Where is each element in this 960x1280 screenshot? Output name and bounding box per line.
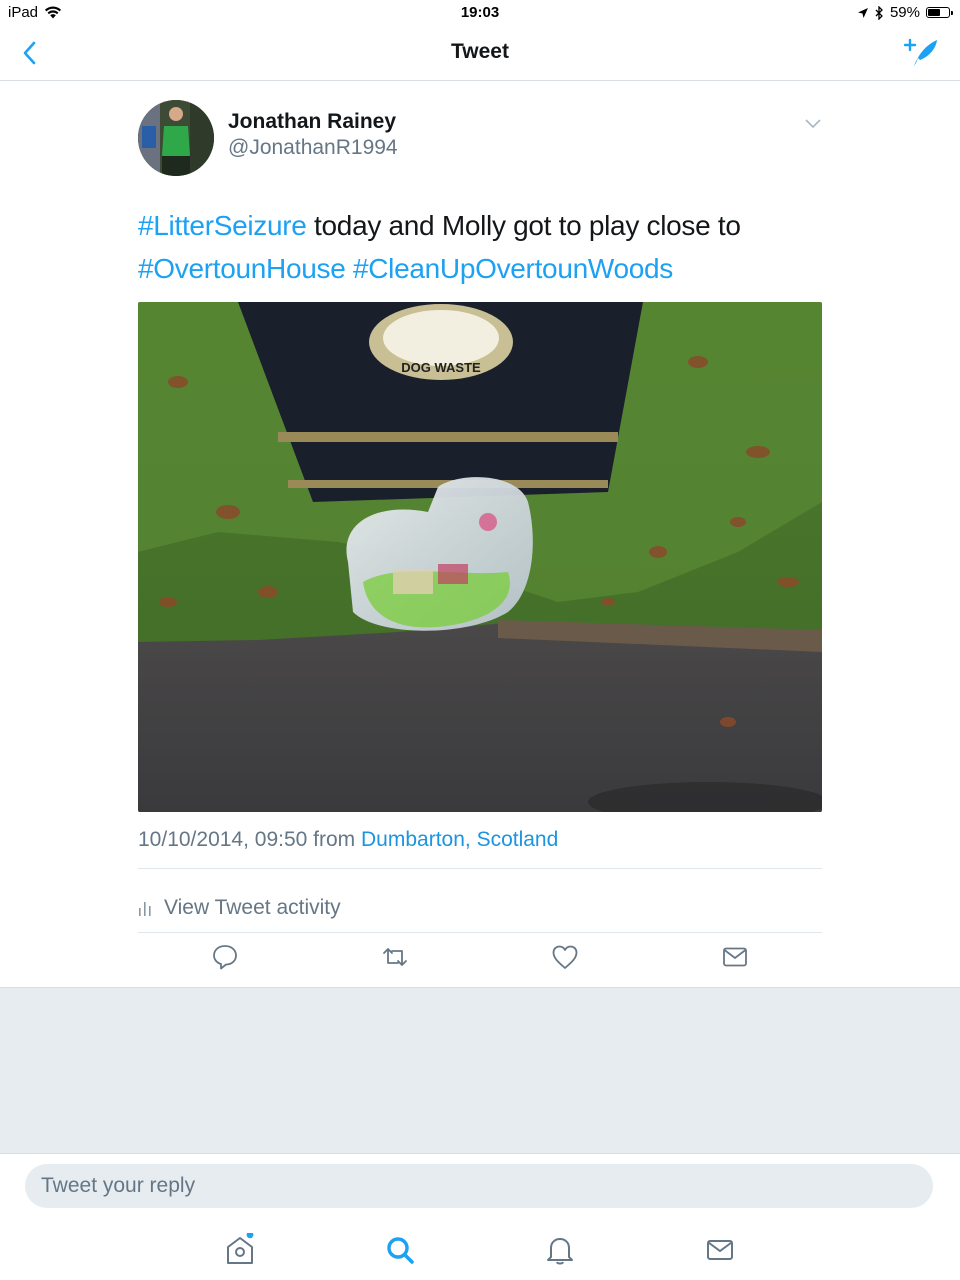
home-icon[interactable] [223, 1233, 257, 1267]
navigation-bar: Tweet [0, 26, 960, 81]
reply-bar [0, 1153, 960, 1220]
tweet-text: #LitterSeizure today and Molly got to pl… [138, 204, 822, 290]
tweet-text-space [345, 253, 352, 284]
tweet-photo-image: DOG WASTE [138, 302, 822, 812]
tweet-text-segment: today and Molly got to play close to [306, 210, 741, 241]
heart-icon[interactable] [550, 942, 580, 972]
tab-bar [0, 1219, 960, 1280]
reply-input[interactable] [25, 1164, 933, 1208]
reply-icon[interactable] [210, 942, 240, 972]
avatar[interactable] [138, 100, 214, 176]
battery-percent: 59% [889, 4, 920, 21]
author-name[interactable]: Jonathan Rainey [228, 110, 396, 134]
retweet-icon[interactable] [380, 942, 410, 972]
search-icon[interactable] [383, 1233, 417, 1267]
divider [138, 932, 822, 933]
hashtag-link[interactable]: #OvertounHouse [138, 253, 346, 284]
location-link[interactable]: Dumbarton, Scotland [361, 828, 558, 851]
hashtag-link[interactable]: #CleanUpOvertounWoods [353, 253, 673, 284]
divider [138, 868, 822, 869]
bin-label: DOG WASTE [401, 360, 481, 375]
view-activity-label: View Tweet activity [164, 896, 341, 919]
chevron-down-icon[interactable] [804, 116, 822, 130]
hashtag-link[interactable]: #LitterSeizure [138, 210, 307, 241]
page-title: Tweet [451, 40, 509, 63]
messages-icon[interactable] [703, 1233, 737, 1267]
tweet-timestamp: 10/10/2014, 09:50 [138, 828, 308, 851]
tweet-actions [138, 942, 822, 982]
bar-chart-icon [139, 902, 151, 916]
battery-fill [928, 9, 940, 16]
author-handle[interactable]: @JonathanR1994 [228, 136, 398, 160]
tweet-photo[interactable]: DOG WASTE [138, 302, 822, 812]
compose-tweet-icon[interactable] [904, 36, 940, 70]
battery-icon [926, 7, 953, 18]
avatar-photo [138, 100, 214, 176]
notifications-icon[interactable] [543, 1233, 577, 1267]
tweet-metadata: 10/10/2014, 09:50 from Dumbarton, Scotla… [138, 828, 558, 852]
empty-replies-area [0, 987, 960, 1154]
envelope-icon[interactable] [720, 942, 750, 972]
status-bar: iPad 19:03 59% [0, 0, 960, 26]
view-activity-link[interactable]: View Tweet activity [138, 886, 341, 930]
bluetooth-icon [875, 5, 883, 20]
from-label: from [313, 828, 356, 851]
location-arrow-icon [857, 7, 868, 18]
status-time: 19:03 [460, 4, 500, 21]
